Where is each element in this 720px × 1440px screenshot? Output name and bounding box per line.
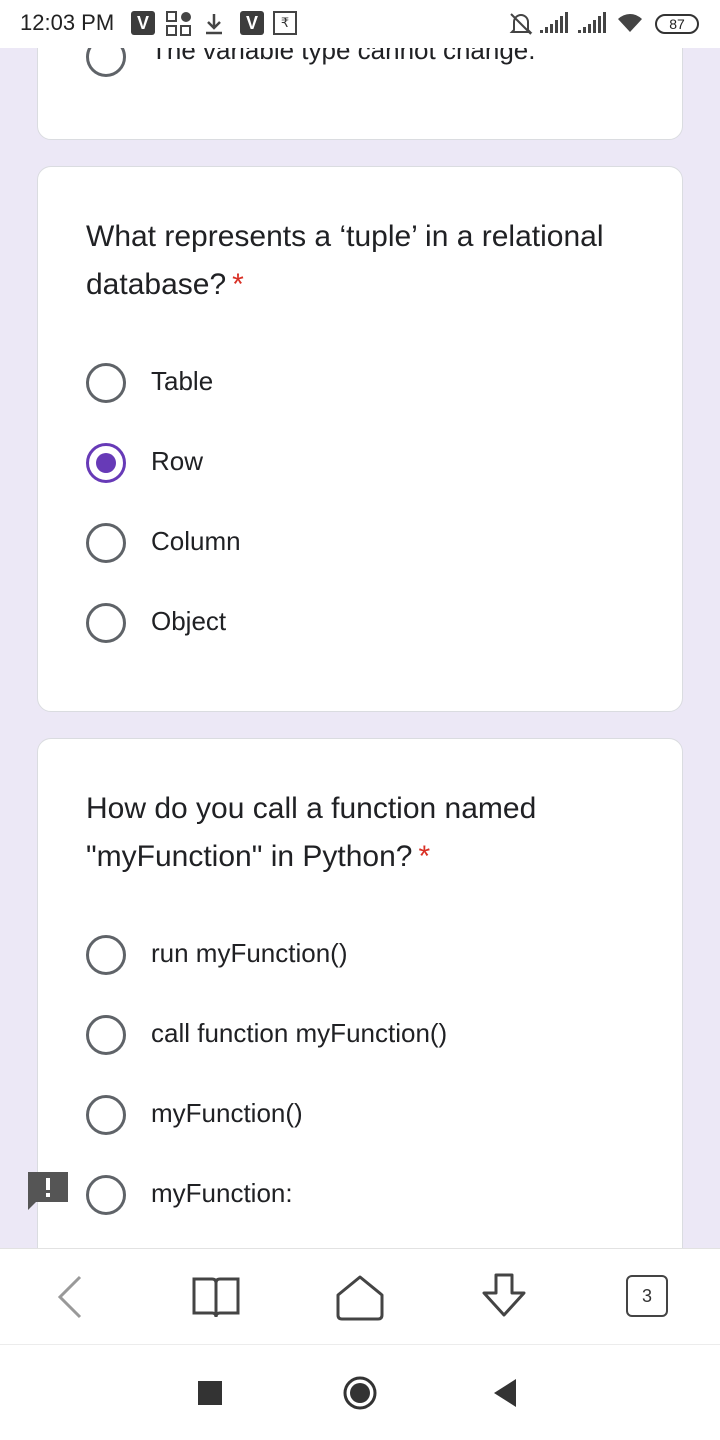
option-column[interactable]: Column xyxy=(86,523,666,567)
battery-icon: 87 xyxy=(655,14,699,34)
rupee-icon: ₹ xyxy=(273,11,297,35)
back-icon[interactable] xyxy=(44,1269,100,1325)
question-title: What represents a ‘tuple’ in a relationa… xyxy=(86,213,646,309)
option-label: myFunction() xyxy=(151,1098,303,1128)
option-myfunction-call[interactable]: myFunction() xyxy=(86,1095,666,1139)
option-label: call function myFunction() xyxy=(151,1018,448,1048)
signal-icon xyxy=(540,12,568,33)
status-time: 12:03 PM xyxy=(20,10,115,35)
back-triangle-icon[interactable] xyxy=(492,1379,518,1407)
radio-button[interactable] xyxy=(86,1015,126,1055)
wifi-icon xyxy=(618,14,642,32)
home-icon[interactable] xyxy=(332,1269,388,1325)
radio-button[interactable] xyxy=(86,935,126,975)
option-object[interactable]: Object xyxy=(86,603,666,647)
previous-option[interactable]: The variable type cannot change. xyxy=(86,48,666,81)
app-grid-icon xyxy=(166,11,191,36)
book-icon[interactable] xyxy=(188,1269,244,1325)
option-label: run myFunction() xyxy=(151,938,348,968)
feedback-icon[interactable] xyxy=(28,1172,68,1210)
radio-button[interactable] xyxy=(86,363,126,403)
option-run-myfunction[interactable]: run myFunction() xyxy=(86,935,666,979)
status-bar: 12:03 PM V V ₹ 87 xyxy=(0,0,720,48)
previous-question-card: The variable type cannot change. xyxy=(37,48,683,140)
question-text: How do you call a function named "myFunc… xyxy=(86,792,537,873)
option-label: Object xyxy=(151,606,227,636)
radio-button[interactable] xyxy=(86,48,126,77)
option-call-function[interactable]: call function myFunction() xyxy=(86,1015,666,1059)
required-asterisk: * xyxy=(232,268,244,301)
option-label: myFunction: xyxy=(151,1178,293,1208)
option-label: Column xyxy=(151,526,241,556)
radio-button[interactable] xyxy=(86,1095,126,1135)
option-label: The variable type cannot change. xyxy=(151,48,536,65)
option-label: Row xyxy=(151,446,204,476)
question-text: What represents a ‘tuple’ in a relationa… xyxy=(86,220,604,301)
form-scroll-area[interactable]: The variable type cannot change. What re… xyxy=(0,48,720,1248)
download-arrow-icon[interactable] xyxy=(476,1269,532,1325)
system-nav-bar xyxy=(0,1344,720,1440)
radio-button[interactable] xyxy=(86,603,126,643)
tabs-icon[interactable]: 3 xyxy=(626,1275,668,1317)
home-circle-icon[interactable] xyxy=(342,1375,378,1411)
option-label: Table xyxy=(151,366,214,396)
v-app-icon: V xyxy=(131,11,155,35)
radio-button[interactable] xyxy=(86,523,126,563)
option-myfunction-colon[interactable]: myFunction: xyxy=(86,1175,666,1219)
option-row[interactable]: Row xyxy=(86,443,666,487)
required-asterisk: * xyxy=(418,840,431,873)
radio-button[interactable] xyxy=(86,1175,126,1215)
browser-toolbar: 3 xyxy=(0,1248,720,1344)
question-card: How do you call a function named "myFunc… xyxy=(37,738,683,1248)
radio-button-selected[interactable] xyxy=(86,443,126,483)
mute-bell-icon xyxy=(509,13,533,35)
question-title: How do you call a function named "myFunc… xyxy=(86,785,646,881)
download-icon xyxy=(206,14,222,35)
signal-icon xyxy=(578,12,606,33)
v-app-icon: V xyxy=(240,11,264,35)
option-table[interactable]: Table xyxy=(86,363,666,407)
question-card: What represents a ‘tuple’ in a relationa… xyxy=(37,166,683,712)
recents-square-icon[interactable] xyxy=(198,1381,222,1405)
